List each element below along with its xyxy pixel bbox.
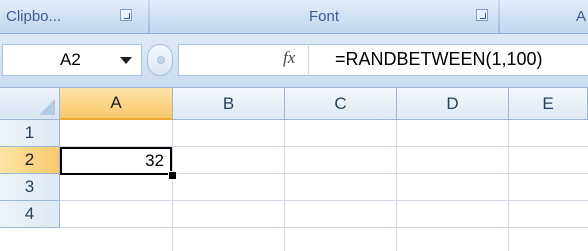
row-header-1[interactable]: 1 bbox=[0, 120, 60, 147]
column-header-e[interactable]: E bbox=[509, 88, 588, 120]
handle-dot-icon bbox=[157, 56, 165, 64]
font-dialog-launcher-icon[interactable] bbox=[476, 9, 488, 21]
column-header-a[interactable]: A bbox=[60, 88, 173, 120]
formula-bar: A2 fx =RANDBETWEEN(1,100) bbox=[0, 34, 588, 88]
ribbon-separator bbox=[148, 0, 150, 33]
gridline bbox=[396, 120, 397, 251]
fill-handle[interactable] bbox=[168, 171, 177, 180]
insert-function-icon[interactable]: fx bbox=[283, 48, 295, 68]
clipboard-dialog-launcher-icon[interactable] bbox=[120, 9, 132, 21]
column-header-d[interactable]: D bbox=[397, 88, 509, 120]
ribbon-group-label: Font bbox=[308, 7, 339, 25]
gridline bbox=[172, 120, 173, 251]
column-header-c[interactable]: C bbox=[285, 88, 397, 120]
ribbon-group-font[interactable]: Font bbox=[151, 0, 497, 32]
chevron-down-icon[interactable] bbox=[120, 56, 132, 64]
formula-bar-resize-handle[interactable] bbox=[147, 44, 173, 76]
worksheet-grid: A B C D E 1 2 3 4 32 bbox=[0, 88, 588, 251]
formula-input[interactable]: fx =RANDBETWEEN(1,100) bbox=[178, 44, 588, 76]
formula-text[interactable]: =RANDBETWEEN(1,100) bbox=[335, 49, 543, 70]
row-header-3[interactable]: 3 bbox=[0, 174, 60, 201]
formula-separator bbox=[308, 45, 309, 75]
gridline bbox=[60, 227, 588, 228]
ribbon-group-label: A bbox=[576, 7, 587, 25]
row-header-2[interactable]: 2 bbox=[0, 147, 60, 174]
ribbon-group-alignment[interactable]: A bbox=[500, 0, 588, 32]
ribbon-group-label: Clipbo... bbox=[6, 7, 62, 25]
name-box-value: A2 bbox=[60, 50, 81, 69]
column-header-b[interactable]: B bbox=[173, 88, 285, 120]
active-cell-a2[interactable]: 32 bbox=[60, 147, 172, 175]
ribbon-group-strip: Clipbo... Font A bbox=[0, 0, 588, 34]
select-all-button[interactable] bbox=[0, 88, 60, 120]
gridline bbox=[508, 120, 509, 251]
name-box[interactable]: A2 bbox=[2, 44, 142, 76]
row-header-4[interactable]: 4 bbox=[0, 201, 60, 228]
cell-area[interactable]: 32 bbox=[60, 120, 588, 251]
gridline bbox=[60, 200, 588, 201]
gridline bbox=[284, 120, 285, 251]
